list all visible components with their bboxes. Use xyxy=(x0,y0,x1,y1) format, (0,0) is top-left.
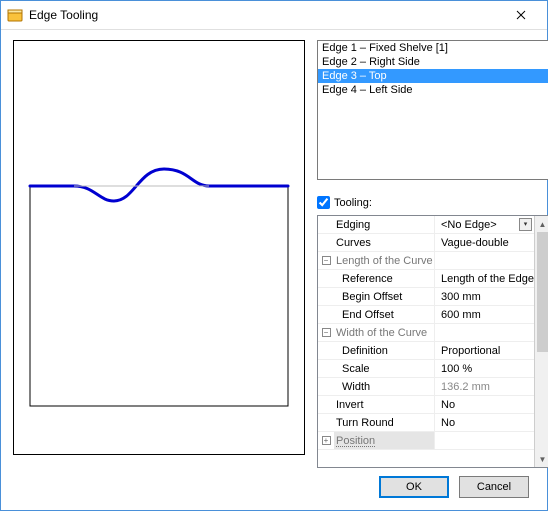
group-toggle xyxy=(318,234,334,251)
close-icon xyxy=(516,10,526,20)
property-row[interactable]: DefinitionProportional xyxy=(318,342,534,360)
property-label: Width of the Curve xyxy=(334,324,434,341)
property-value[interactable]: No xyxy=(434,396,534,413)
property-value[interactable]: Vague-double xyxy=(434,234,534,251)
edge-tooling-dialog: Edge Tooling Edge 1 – Fixed S xyxy=(0,0,548,511)
preview-pane xyxy=(13,40,305,468)
edge-preview xyxy=(13,40,305,455)
property-label: End Offset xyxy=(334,306,434,323)
property-row[interactable]: Scale100 % xyxy=(318,360,534,378)
property-grid-body[interactable]: Edging<No Edge>▾CurvesVague-double−Lengt… xyxy=(318,216,534,467)
scroll-down-button[interactable]: ▼ xyxy=(535,451,548,467)
property-value[interactable]: 136.2 mm xyxy=(434,378,534,395)
right-pane: Edge 1 – Fixed Shelve [1]Edge 2 – Right … xyxy=(317,40,548,468)
property-row[interactable]: CurvesVague-double xyxy=(318,234,534,252)
property-row[interactable]: ReferenceLength of the Edge xyxy=(318,270,534,288)
property-label: Turn Round xyxy=(334,414,434,431)
property-row[interactable]: Width136.2 mm xyxy=(318,378,534,396)
group-toggle[interactable]: − xyxy=(318,324,334,341)
group-toggle xyxy=(318,396,334,413)
property-value[interactable]: No xyxy=(434,414,534,431)
group-toggle xyxy=(318,288,334,305)
group-toggle[interactable]: + xyxy=(318,432,334,449)
property-row[interactable]: Edging<No Edge>▾ xyxy=(318,216,534,234)
dialog-footer: OK Cancel xyxy=(1,474,547,510)
group-toggle xyxy=(318,360,334,377)
titlebar: Edge Tooling xyxy=(1,1,547,30)
edge-list-item[interactable]: Edge 4 – Left Side xyxy=(318,83,548,97)
property-row[interactable]: Turn RoundNo xyxy=(318,414,534,432)
group-toggle xyxy=(318,270,334,287)
property-value[interactable]: <No Edge>▾ xyxy=(434,216,534,233)
property-row[interactable]: InvertNo xyxy=(318,396,534,414)
group-toggle xyxy=(318,414,334,431)
tooling-checkbox-row: Tooling: xyxy=(317,196,548,209)
tooling-checkbox-label: Tooling: xyxy=(334,197,372,209)
group-toggle xyxy=(318,306,334,323)
edge-list-item[interactable]: Edge 3 – Top xyxy=(318,69,548,83)
property-value xyxy=(434,252,534,269)
group-toggle xyxy=(318,216,334,233)
property-row[interactable]: End Offset600 mm xyxy=(318,306,534,324)
property-row[interactable]: Begin Offset300 mm xyxy=(318,288,534,306)
edge-list-item[interactable]: Edge 2 – Right Side xyxy=(318,55,548,69)
property-grid-scrollbar[interactable]: ▲ ▼ xyxy=(534,216,548,467)
scroll-thumb[interactable] xyxy=(537,232,548,352)
property-label: Width xyxy=(334,378,434,395)
property-group[interactable]: −Length of the Curve xyxy=(318,252,534,270)
property-value[interactable]: 100 % xyxy=(434,360,534,377)
property-label: Curves xyxy=(334,234,434,251)
edge-list[interactable]: Edge 1 – Fixed Shelve [1]Edge 2 – Right … xyxy=(317,40,548,180)
property-value xyxy=(434,432,534,449)
scroll-up-button[interactable]: ▲ xyxy=(535,216,548,232)
property-group[interactable]: +Position xyxy=(318,432,534,450)
dialog-content: Edge 1 – Fixed Shelve [1]Edge 2 – Right … xyxy=(1,30,547,474)
curve-preview-path xyxy=(30,169,288,201)
tooling-checkbox[interactable] xyxy=(317,196,330,209)
dropdown-button[interactable]: ▾ xyxy=(519,218,532,231)
property-value[interactable]: 300 mm xyxy=(434,288,534,305)
ok-button[interactable]: OK xyxy=(379,476,449,498)
property-label: Position xyxy=(334,432,434,449)
edge-list-item[interactable]: Edge 1 – Fixed Shelve [1] xyxy=(318,41,548,55)
app-icon xyxy=(7,7,23,23)
property-value[interactable]: 600 mm xyxy=(434,306,534,323)
property-label: Length of the Curve xyxy=(334,252,434,269)
group-toggle xyxy=(318,378,334,395)
property-label: Reference xyxy=(334,270,434,287)
property-value[interactable]: Proportional xyxy=(434,342,534,359)
cancel-button[interactable]: Cancel xyxy=(459,476,529,498)
property-value[interactable]: Length of the Edge xyxy=(434,270,534,287)
property-label: Invert xyxy=(334,396,434,413)
group-toggle[interactable]: − xyxy=(318,252,334,269)
window-title: Edge Tooling xyxy=(29,8,501,22)
property-value xyxy=(434,324,534,341)
group-toggle xyxy=(318,342,334,359)
property-label: Definition xyxy=(334,342,434,359)
property-label: Edging xyxy=(334,216,434,233)
property-label: Scale xyxy=(334,360,434,377)
property-group[interactable]: −Width of the Curve xyxy=(318,324,534,342)
property-label: Begin Offset xyxy=(334,288,434,305)
property-grid: Edging<No Edge>▾CurvesVague-double−Lengt… xyxy=(317,215,548,468)
close-button[interactable] xyxy=(501,1,541,29)
